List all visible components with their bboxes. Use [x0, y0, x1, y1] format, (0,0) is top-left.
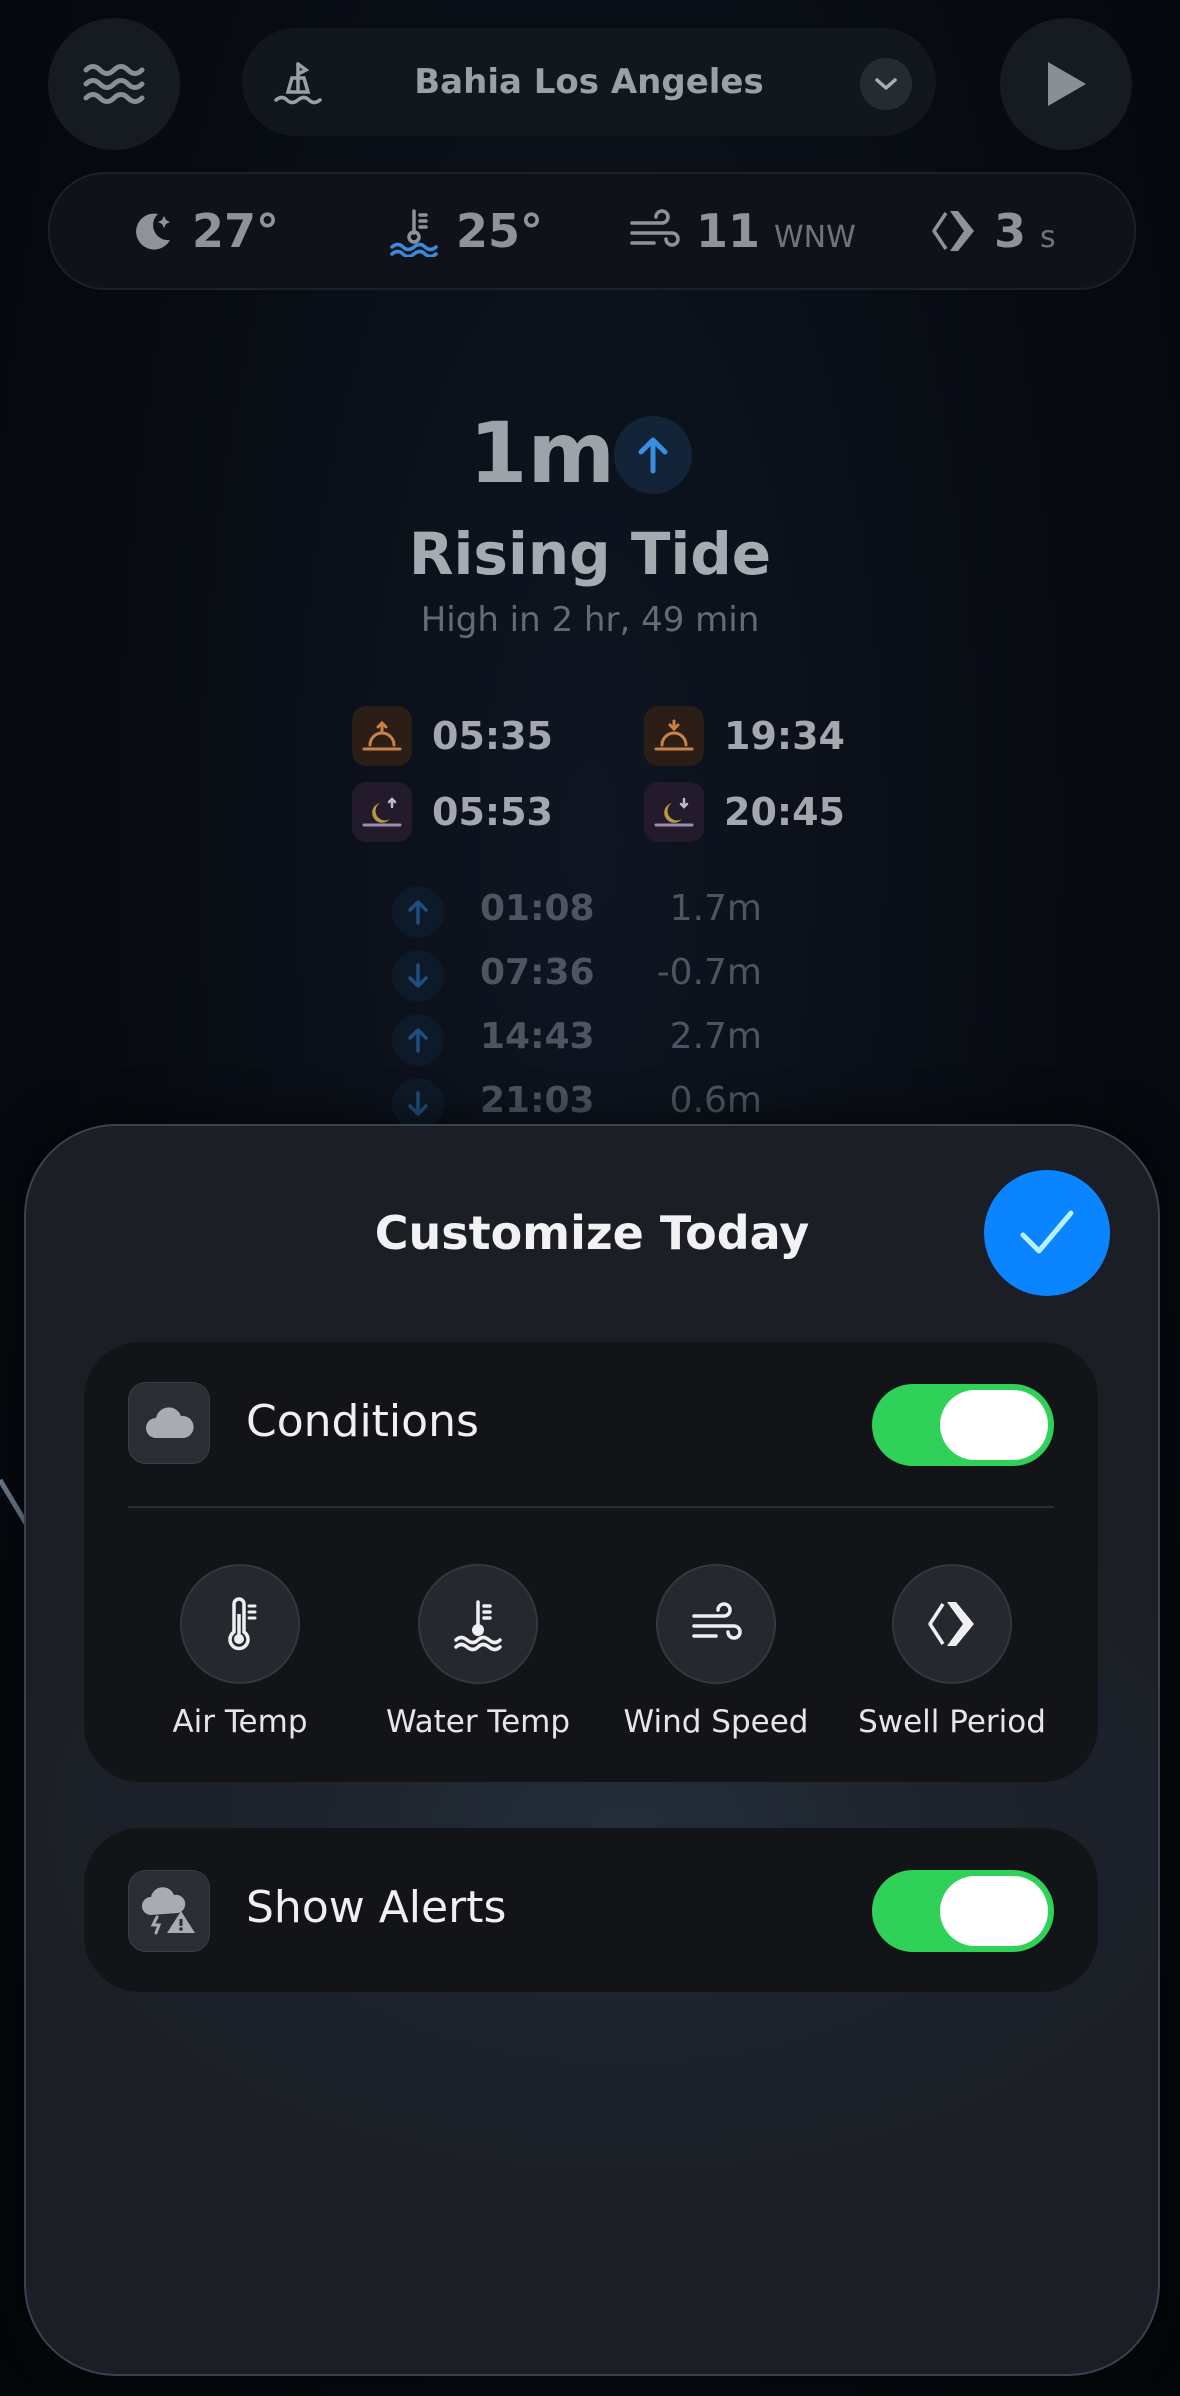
moon-stars-icon: [136, 213, 170, 250]
tide-table-row: 07:36 -0.7m: [392, 946, 782, 1010]
metric-water-temp[interactable]: Water Temp: [368, 1564, 588, 1740]
arrow-up-icon: [392, 886, 444, 938]
waves-menu-button[interactable]: [48, 18, 180, 150]
water-temp-icon: [418, 1564, 538, 1684]
swell-icon: [892, 1564, 1012, 1684]
tide-time: 01:08: [480, 888, 595, 929]
conditions-card: Conditions Air Temp Water Temp Wind Spee…: [84, 1342, 1098, 1782]
moonrise-icon: [352, 782, 412, 842]
conditions-label: Conditions: [246, 1396, 479, 1447]
swell-readout: 3 s: [930, 174, 1056, 288]
sunset-time: 19:34: [724, 714, 845, 758]
metric-air-temp[interactable]: Air Temp: [130, 1564, 350, 1740]
tide-height: 1m: [469, 404, 615, 502]
swell-period-value: 3: [994, 204, 1027, 258]
wind-icon: [656, 1564, 776, 1684]
alerts-label: Show Alerts: [246, 1882, 507, 1933]
play-icon: [1048, 62, 1086, 106]
wind-readout: 11 WNW: [628, 174, 856, 288]
waves-icon: [83, 64, 145, 104]
conditions-toggle[interactable]: [872, 1384, 1054, 1466]
air-temp-readout: 27°: [130, 174, 279, 288]
swell-icon: [932, 211, 974, 251]
chevron-down-icon: [875, 78, 897, 90]
location-selector[interactable]: Bahia Los Angeles: [242, 28, 936, 136]
wind-speed-value: 11: [696, 204, 761, 258]
tide-level: -0.7m: [656, 952, 762, 993]
tide-table-row: 14:43 2.7m: [392, 1010, 782, 1074]
sunrise-time: 05:35: [432, 714, 553, 758]
tide-table-row: 01:08 1.7m: [392, 882, 782, 946]
tide-height-row: 1m: [0, 404, 1180, 502]
water-temp-icon: [390, 209, 438, 257]
checkmark-icon: [1020, 1210, 1074, 1254]
arrow-down-icon: [392, 950, 444, 1002]
alerts-toggle[interactable]: [872, 1870, 1054, 1952]
moonset-icon: [644, 782, 704, 842]
sunset-icon: [644, 706, 704, 766]
arrow-down-icon: [392, 1078, 444, 1130]
sunset: 19:34: [644, 706, 845, 766]
arrow-up-icon: [392, 1014, 444, 1066]
wind-direction-value: WNW: [774, 219, 856, 255]
metric-wind-speed[interactable]: Wind Speed: [606, 1564, 826, 1740]
metric-label: Swell Period: [858, 1704, 1046, 1740]
toggle-knob: [940, 1876, 1048, 1946]
water-temp-value: 25°: [456, 204, 544, 258]
tide-time: 14:43: [480, 1016, 595, 1057]
thermometer-icon: [180, 1564, 300, 1684]
alerts-card: Show Alerts: [84, 1828, 1098, 1992]
tide-level: 0.6m: [669, 1080, 762, 1121]
customize-sheet: Customize Today Conditions Air Temp Wate…: [24, 1124, 1160, 2376]
tide-direction-badge: [614, 416, 692, 494]
conditions-bar[interactable]: 27° 25° 11 WNW 3 s: [48, 172, 1136, 290]
card-divider: [128, 1506, 1054, 1508]
moonrise-time: 05:53: [432, 790, 553, 834]
toggle-knob: [940, 1390, 1048, 1460]
moonset-time: 20:45: [724, 790, 845, 834]
done-button[interactable]: [984, 1170, 1110, 1296]
moonrise: 05:53: [352, 782, 553, 842]
air-temp-value: 27°: [192, 204, 280, 258]
arrow-up-icon: [638, 437, 668, 474]
tide-time: 07:36: [480, 952, 595, 993]
tide-time: 21:03: [480, 1080, 595, 1121]
metric-swell-period[interactable]: Swell Period: [842, 1564, 1062, 1740]
metric-label: Water Temp: [385, 1704, 571, 1740]
moonset: 20:45: [644, 782, 845, 842]
tide-next: High in 2 hr, 49 min: [420, 600, 760, 640]
tide-state: Rising Tide: [408, 520, 772, 588]
cloud-icon: [128, 1382, 210, 1464]
tide-level: 1.7m: [669, 888, 762, 929]
water-temp-readout: 25°: [388, 174, 543, 288]
sunrise-icon: [352, 706, 412, 766]
storm-alert-icon: [128, 1870, 210, 1952]
metric-label: Air Temp: [172, 1704, 308, 1740]
play-button[interactable]: [1000, 18, 1132, 150]
sunrise: 05:35: [352, 706, 553, 766]
metric-label: Wind Speed: [623, 1704, 809, 1740]
location-dropdown-button[interactable]: [860, 58, 912, 110]
swell-period-unit: s: [1040, 219, 1056, 255]
location-name: Bahia Los Angeles: [414, 62, 764, 102]
wind-icon: [630, 209, 680, 247]
tide-level: 2.7m: [669, 1016, 762, 1057]
